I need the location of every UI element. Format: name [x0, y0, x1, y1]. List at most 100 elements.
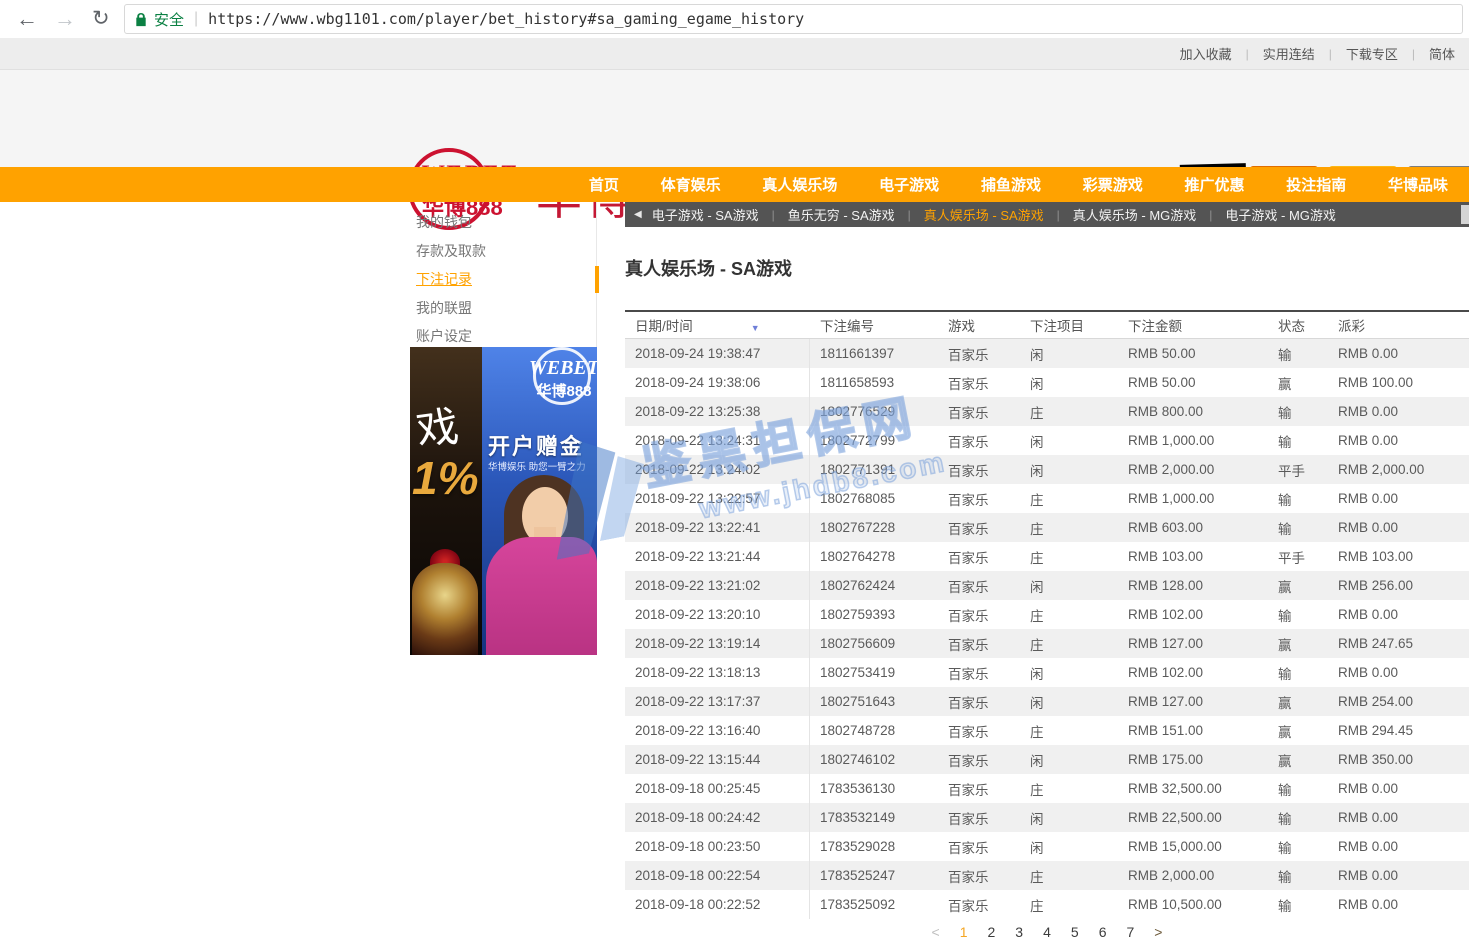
table-row: 2018-09-24 19:38:061811658593百家乐闲RMB 50.… [625, 368, 1469, 397]
table-cell: RMB 0.00 [1328, 868, 1469, 883]
history-tabs: 电子游戏 - SA游戏|鱼乐无穷 - SA游戏|真人娱乐场 - SA游戏|真人娱… [652, 205, 1336, 224]
table-cell: 庄 [1020, 779, 1118, 799]
history-tab-0[interactable]: 电子游戏 - SA游戏 [652, 205, 759, 224]
url-text[interactable]: https://www.wbg1101.com/player/bet_histo… [208, 10, 804, 28]
column-header-5[interactable]: 状态 [1268, 315, 1328, 335]
table-row: 2018-09-18 00:22:541783525247百家乐庄RMB 2,0… [625, 861, 1469, 890]
table-cell: 百家乐 [938, 518, 1020, 538]
table-cell: 赢 [1268, 692, 1328, 712]
table-cell: 百家乐 [938, 779, 1020, 799]
column-header-3[interactable]: 下注项目 [1020, 315, 1118, 335]
table-cell: 2018-09-18 00:25:45 [625, 774, 810, 803]
browser-back-button[interactable]: ← [16, 4, 38, 34]
tab-scroll-left-icon[interactable]: ◀ [634, 209, 642, 220]
nav-item-1[interactable]: 体育娱乐 [661, 174, 721, 195]
table-cell: 百家乐 [938, 837, 1020, 857]
table-cell: RMB 50.00 [1118, 375, 1268, 390]
table-cell: RMB 0.00 [1328, 781, 1469, 796]
nav-item-2[interactable]: 真人娱乐场 [762, 174, 837, 195]
utility-link-1[interactable]: 实用连结 [1249, 44, 1329, 63]
table-row: 2018-09-22 13:20:101802759393百家乐庄RMB 102… [625, 600, 1469, 629]
pagination-prev[interactable]: < [932, 924, 940, 940]
history-tab-2[interactable]: 真人娱乐场 - SA游戏 [924, 205, 1044, 224]
column-header-1[interactable]: 下注编号 [810, 315, 938, 335]
sidebar-item-3[interactable]: 我的联盟 [416, 294, 596, 323]
table-cell: 1802764278 [810, 549, 938, 564]
table-row: 2018-09-22 13:24:311802772799百家乐闲RMB 1,0… [625, 426, 1469, 455]
table-cell: RMB 0.00 [1328, 433, 1469, 448]
utility-link-2[interactable]: 下载专区 [1332, 44, 1412, 63]
table-cell: 1802746102 [810, 752, 938, 767]
sidebar-menu: 我的钱包存款及取款下注记录我的联盟账户设定 [410, 202, 597, 359]
table-cell: 输 [1268, 895, 1328, 915]
history-tab-4[interactable]: 电子游戏 - MG游戏 [1225, 205, 1336, 224]
nav-item-8[interactable]: 华博品味 [1388, 174, 1448, 195]
nav-item-4[interactable]: 捕鱼游戏 [981, 174, 1041, 195]
nav-item-3[interactable]: 电子游戏 [879, 174, 939, 195]
pagination-page-6[interactable]: 6 [1099, 924, 1107, 940]
lock-icon [135, 12, 147, 27]
table-cell: RMB 1,000.00 [1118, 433, 1268, 448]
table-cell: 百家乐 [938, 431, 1020, 451]
table-cell: 2018-09-22 13:22:57 [625, 484, 810, 513]
browser-forward-button[interactable]: → [54, 4, 76, 34]
nav-item-6[interactable]: 推广优惠 [1184, 174, 1244, 195]
nav-item-0[interactable]: 首页 [589, 174, 619, 195]
pagination-next[interactable]: > [1154, 924, 1162, 940]
table-cell: 1802753419 [810, 665, 938, 680]
table-cell: RMB 800.00 [1118, 404, 1268, 419]
table-cell: 输 [1268, 808, 1328, 828]
table-cell: 输 [1268, 344, 1328, 364]
site-header: WEBET 华博888 华博娱乐 欢迎回来 ↻ 账户结余 RMB 0.90 ▼ … [0, 70, 1469, 167]
history-tab-3[interactable]: 真人娱乐场 - MG游戏 [1073, 205, 1197, 224]
tab-scroll-right-button[interactable] [1461, 205, 1469, 224]
table-cell: RMB 247.65 [1328, 636, 1469, 651]
pagination-page-7[interactable]: 7 [1126, 924, 1134, 940]
address-bar[interactable]: 安全 | https://www.wbg1101.com/player/bet_… [124, 4, 1463, 34]
sort-desc-icon[interactable]: ▼ [751, 323, 760, 333]
pagination-page-4[interactable]: 4 [1043, 924, 1051, 940]
browser-reload-button[interactable]: ↻ [92, 4, 110, 34]
table-cell: 赢 [1268, 576, 1328, 596]
table-row: 2018-09-22 13:21:441802764278百家乐庄RMB 103… [625, 542, 1469, 571]
sidebar-item-1[interactable]: 存款及取款 [416, 237, 596, 266]
table-cell: 庄 [1020, 518, 1118, 538]
history-tab-1[interactable]: 鱼乐无穷 - SA游戏 [788, 205, 895, 224]
table-cell: RMB 103.00 [1118, 549, 1268, 564]
table-cell: RMB 2,000.00 [1118, 462, 1268, 477]
table-cell: 2018-09-22 13:24:31 [625, 426, 810, 455]
main-navigation: 首页 体育娱乐 真人娱乐场 电子游戏 捕鱼游戏 彩票游戏 推广优惠 投注指南 华博品味 [0, 167, 1469, 202]
table-cell: 百家乐 [938, 576, 1020, 596]
tab-separator: | [908, 208, 911, 222]
column-header-2[interactable]: 游戏 [938, 315, 1020, 335]
pagination-page-2[interactable]: 2 [988, 924, 996, 940]
column-header-6[interactable]: 派彩 [1328, 315, 1469, 335]
promo-banner-right-image: WEBET 华博888 开户赠金 华博娱乐 助您一臂之力 [482, 347, 597, 655]
table-cell: 输 [1268, 837, 1328, 857]
promo-banner[interactable]: 戏 1% WEBET 华博888 开户赠金 华博娱乐 助您一臂之力 [410, 347, 597, 655]
table-cell: 2018-09-18 00:22:52 [625, 890, 810, 919]
table-cell: 赢 [1268, 373, 1328, 393]
nav-item-5[interactable]: 彩票游戏 [1083, 174, 1143, 195]
active-indicator [595, 266, 599, 293]
table-cell: 庄 [1020, 895, 1118, 915]
table-cell: 百家乐 [938, 489, 1020, 509]
table-cell: RMB 294.45 [1328, 723, 1469, 738]
pagination-page-3[interactable]: 3 [1015, 924, 1023, 940]
pagination-page-1[interactable]: 1 [960, 924, 968, 940]
table-cell: 1783525247 [810, 868, 938, 883]
sidebar-item-0[interactable]: 我的钱包 [416, 208, 596, 237]
column-header-0[interactable]: 日期/时间▼ [625, 315, 810, 335]
column-header-4[interactable]: 下注金额 [1118, 315, 1268, 335]
table-cell: RMB 0.00 [1328, 520, 1469, 535]
table-cell: 闲 [1020, 750, 1118, 770]
table-cell: 庄 [1020, 634, 1118, 654]
sidebar-item-2[interactable]: 下注记录 [416, 265, 596, 294]
nav-item-7[interactable]: 投注指南 [1286, 174, 1346, 195]
pagination-page-5[interactable]: 5 [1071, 924, 1079, 940]
utility-link-3[interactable]: 简体 [1415, 44, 1469, 63]
utility-link-0[interactable]: 加入收藏 [1166, 44, 1246, 63]
table-cell: 1802768085 [810, 491, 938, 506]
table-cell: 赢 [1268, 634, 1328, 654]
table-cell: 庄 [1020, 721, 1118, 741]
